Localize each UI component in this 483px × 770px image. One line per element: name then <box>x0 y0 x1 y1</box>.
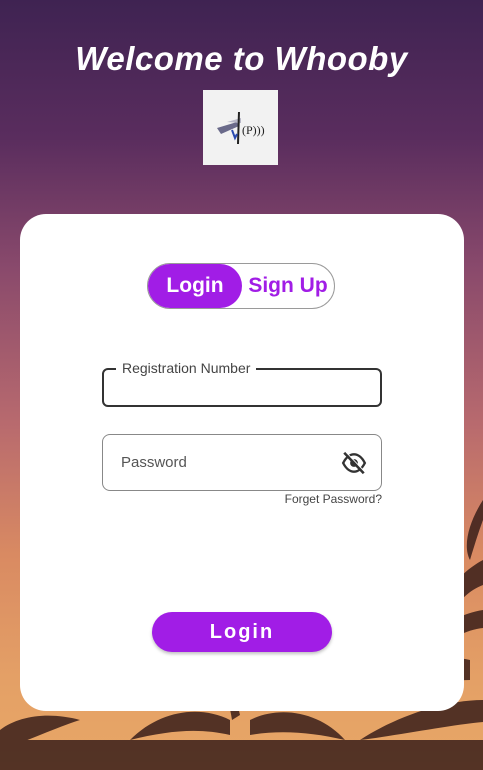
login-card: Login Sign Up Registration Number Forget… <box>20 214 464 711</box>
forgot-password-link[interactable]: Forget Password? <box>102 492 382 506</box>
registration-number-input[interactable] <box>122 370 342 405</box>
password-field[interactable] <box>102 434 382 491</box>
tab-login[interactable]: Login <box>148 264 242 308</box>
eye-off-icon[interactable] <box>341 451 367 475</box>
page-title: Welcome to Whooby <box>75 40 408 77</box>
auth-mode-toggle: Login Sign Up <box>147 263 335 309</box>
registration-number-field[interactable]: Registration Number <box>102 360 382 407</box>
login-button[interactable]: Login <box>152 612 332 652</box>
tab-sign-up[interactable]: Sign Up <box>242 264 334 308</box>
app-logo: (P))) <box>203 90 278 165</box>
svg-text:(P))): (P))) <box>242 123 265 137</box>
password-input[interactable] <box>121 435 341 490</box>
